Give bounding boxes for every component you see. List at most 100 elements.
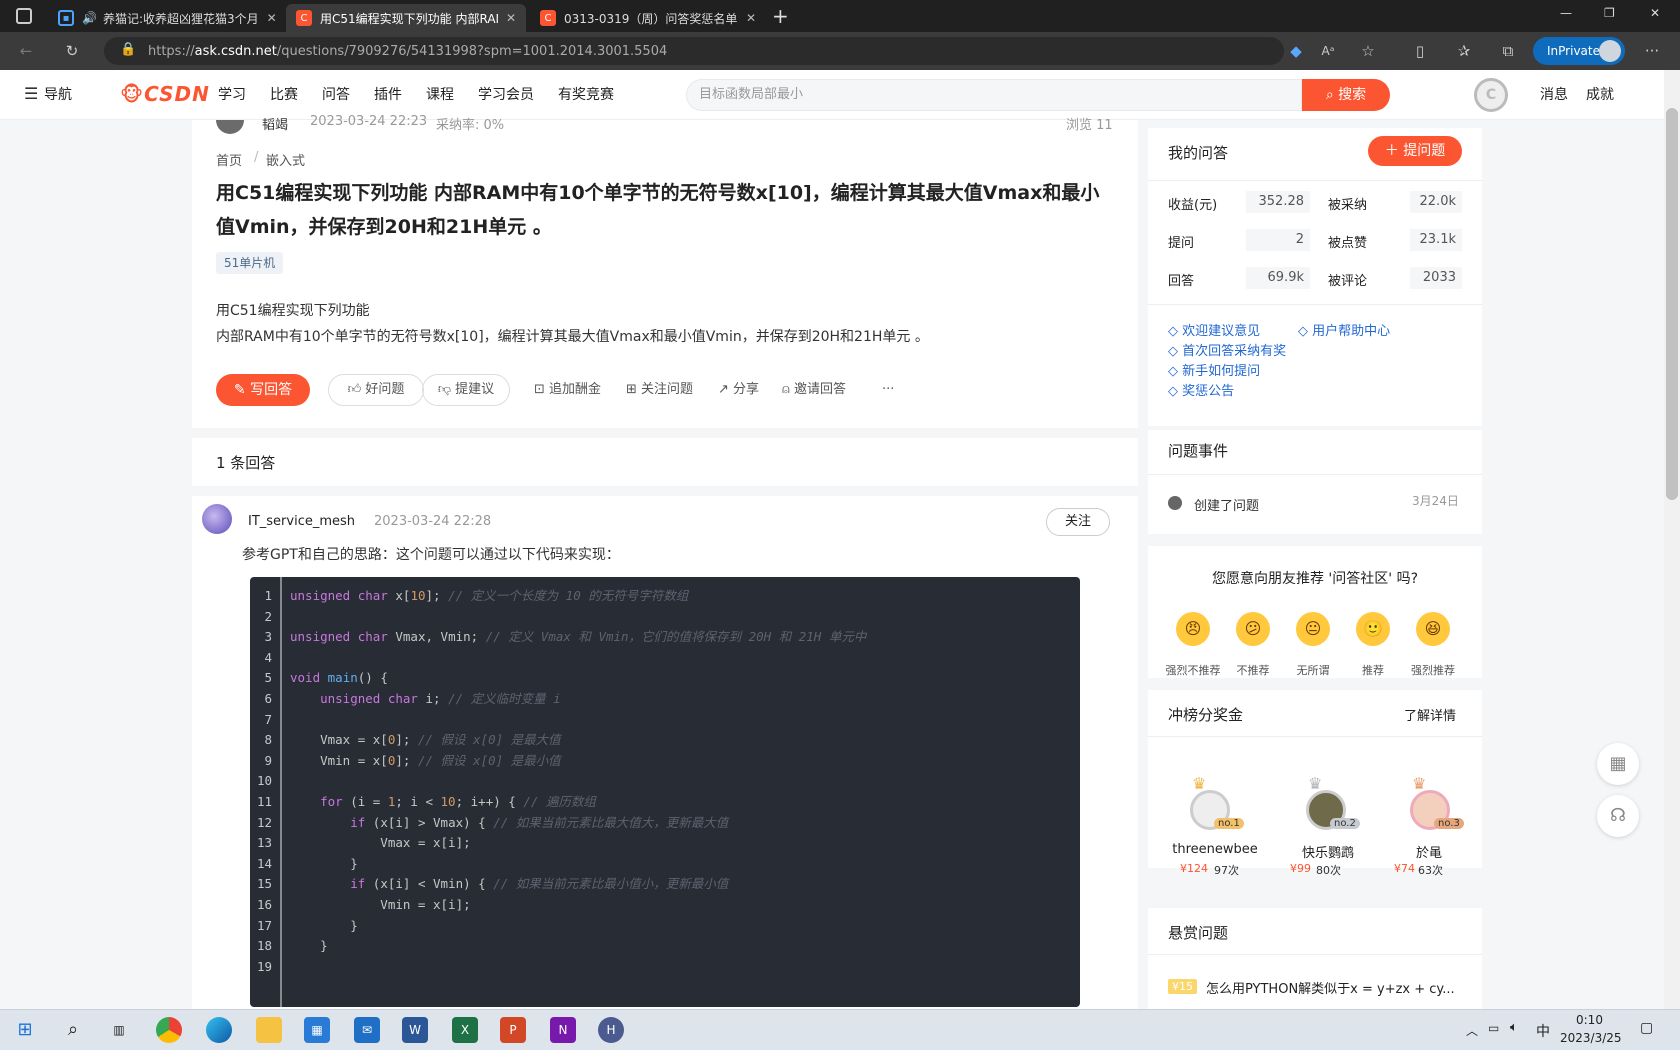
back-icon[interactable]: ←: [16, 41, 36, 61]
favorites-icon[interactable]: ✰: [1454, 41, 1474, 61]
store-icon[interactable]: ▦: [304, 1017, 330, 1043]
qr-code-button[interactable]: ▦: [1597, 743, 1639, 785]
nav-item-course[interactable]: 课程: [426, 70, 454, 120]
new-tab-icon[interactable]: +: [772, 4, 789, 28]
edge-icon[interactable]: [206, 1017, 232, 1043]
user-avatar[interactable]: C: [1474, 78, 1508, 112]
app-icon[interactable]: H: [598, 1017, 624, 1043]
speaker-icon[interactable]: 🔊: [82, 11, 97, 25]
close-tab-icon[interactable]: ✕: [738, 11, 756, 25]
search-button[interactable]: ⌕ 搜索: [1302, 79, 1390, 111]
close-tab-icon[interactable]: ✕: [498, 11, 516, 25]
answer-intro: 参考GPT和自己的思路：这个问题可以通过以下代码来实现：: [242, 547, 620, 563]
answerer-name[interactable]: IT_service_mesh: [248, 514, 355, 529]
onenote-icon[interactable]: N: [550, 1017, 576, 1043]
breadcrumb-category[interactable]: 嵌入式: [266, 150, 305, 169]
suggest-button[interactable]: 👎︎ 提建议: [422, 374, 510, 406]
inprivate-badge[interactable]: InPrivate: [1533, 37, 1625, 65]
author-avatar[interactable]: [216, 120, 244, 134]
favorite-star-icon[interactable]: ☆: [1358, 41, 1378, 61]
good-question-button[interactable]: 👍︎ 好问题: [328, 374, 424, 406]
notification-icon[interactable]: ▢: [1640, 1020, 1653, 1036]
breadcrumb-home[interactable]: 首页: [216, 150, 242, 169]
nav-item-contest[interactable]: 比赛: [270, 70, 298, 120]
network-icon[interactable]: ▭: [1488, 1021, 1499, 1035]
bounty-question-link[interactable]: 怎么用PYTHON解类似于x = y+zx + cy...: [1206, 978, 1455, 997]
first-answer-reward-link[interactable]: ◇ 首次回答采纳有奖: [1168, 340, 1286, 359]
close-window-icon[interactable]: ✕: [1650, 6, 1660, 20]
read-aloud-icon[interactable]: Aᵃ: [1318, 41, 1338, 61]
split-screen-icon[interactable]: ▯: [1410, 41, 1430, 61]
invite-answer-button[interactable]: ⍝ 邀请回答: [782, 375, 846, 405]
strongly-recommend-emoji-icon[interactable]: 😆: [1416, 612, 1450, 646]
answer-count-card: 1 条回答: [192, 438, 1138, 486]
coupon-icon[interactable]: ◆: [1286, 41, 1306, 61]
question-tag[interactable]: 51单片机: [216, 252, 284, 274]
suggestion-link[interactable]: ◇ 欢迎建议意见: [1168, 320, 1260, 339]
more-menu-icon[interactable]: ···: [1642, 41, 1662, 61]
neutral-emoji-icon[interactable]: 😐: [1296, 612, 1330, 646]
customer-service-button[interactable]: ☊: [1597, 795, 1639, 837]
strongly-not-recommend-emoji-icon[interactable]: 😠: [1176, 612, 1210, 646]
menu-icon[interactable]: ☰: [24, 84, 38, 103]
chrome-icon[interactable]: [156, 1017, 182, 1043]
leader-name[interactable]: threenewbee: [1170, 842, 1260, 857]
add-bounty-button[interactable]: ⊡ 追加酬金: [534, 375, 601, 405]
code-text: }: [290, 938, 328, 954]
ime-indicator[interactable]: 中: [1536, 1021, 1550, 1041]
share-button[interactable]: ↗ 分享: [718, 375, 759, 405]
clock-date[interactable]: 2023/3/25: [1560, 1031, 1622, 1045]
url-field[interactable]: 🔒 https://ask.csdn.net/questions/7909276…: [104, 37, 1284, 65]
rewards-announcement-link[interactable]: ◇ 奖惩公告: [1168, 380, 1234, 399]
powerpoint-icon[interactable]: P: [500, 1017, 526, 1043]
not-recommend-emoji-icon[interactable]: 😕: [1236, 612, 1270, 646]
tray-chevron-icon[interactable]: ︿: [1466, 1022, 1478, 1039]
author-name[interactable]: 韬竭: [262, 114, 288, 133]
close-tab-icon[interactable]: ✕: [259, 11, 277, 25]
leader-name[interactable]: 快乐鹦鹉: [1288, 842, 1368, 861]
how-to-ask-link[interactable]: ◇ 新手如何提问: [1168, 360, 1260, 379]
browser-tab-active[interactable]: C 用C51编程实现下列功能 内部RAM ✕: [286, 4, 526, 32]
recommend-emoji-icon[interactable]: 🙂: [1356, 612, 1390, 646]
nav-item-qa[interactable]: 问答: [322, 70, 350, 120]
leaderboard-details-link[interactable]: 了解详情: [1404, 705, 1456, 724]
follow-question-button[interactable]: ⊞ 关注问题: [626, 375, 693, 405]
more-actions-button[interactable]: ···: [882, 375, 894, 405]
search-icon[interactable]: ⌕: [60, 1017, 86, 1043]
lock-icon[interactable]: 🔒: [120, 42, 136, 57]
messages-link[interactable]: 消息: [1540, 70, 1568, 120]
leader-name[interactable]: 於黾: [1394, 842, 1464, 861]
scrollbar-thumb[interactable]: [1666, 108, 1678, 500]
windows-start-icon[interactable]: ⊞: [12, 1017, 38, 1043]
volume-icon[interactable]: 🔈︎: [1510, 1020, 1518, 1035]
maximize-icon[interactable]: ❐: [1604, 6, 1615, 20]
browser-tab[interactable]: C 0313-0319（周）问答奖惩名单公 ✕: [530, 4, 766, 32]
nav-item-membership[interactable]: 学习会员: [478, 70, 534, 120]
ask-question-button[interactable]: ＋ 提问题: [1368, 136, 1462, 166]
nav-item-learn[interactable]: 学习: [218, 70, 246, 120]
word-icon[interactable]: W: [402, 1017, 428, 1043]
tab-actions-icon[interactable]: [16, 8, 32, 24]
achievements-link[interactable]: 成就: [1586, 70, 1614, 120]
rank-badge: no.2: [1330, 818, 1360, 829]
task-view-icon[interactable]: ▥: [106, 1017, 132, 1043]
collections-icon[interactable]: ⧉: [1498, 41, 1518, 61]
nav-label[interactable]: 导航: [44, 70, 72, 120]
nav-item-plugin[interactable]: 插件: [374, 70, 402, 120]
mail-icon[interactable]: ✉: [354, 1017, 380, 1043]
follow-answerer-button[interactable]: 关注: [1046, 508, 1110, 536]
search-input[interactable]: 目标函数局部最小: [686, 79, 1302, 111]
csdn-logo[interactable]: 🐵CSDN: [120, 82, 210, 106]
help-center-link[interactable]: ◇ 用户帮助中心: [1298, 320, 1390, 339]
code-text: if (x[i] < Vmin) { // 如果当前元素比最小值小，更新最小值: [350, 876, 729, 892]
write-answer-button[interactable]: ✎ 写回答: [216, 374, 310, 406]
nav-item-prize-contest[interactable]: 有奖竞赛: [558, 70, 614, 120]
excel-icon[interactable]: X: [452, 1017, 478, 1043]
answerer-avatar[interactable]: [202, 504, 232, 534]
minimize-icon[interactable]: —: [1560, 6, 1572, 20]
clock-time[interactable]: 0:10: [1576, 1013, 1603, 1027]
refresh-icon[interactable]: ↻: [62, 41, 82, 61]
code-text: void main() {: [290, 670, 388, 686]
browser-tab[interactable]: ▪ 🔊 养猫记:收养超凶狸花猫3个月 ✕: [48, 4, 282, 32]
file-explorer-icon[interactable]: [256, 1017, 282, 1043]
